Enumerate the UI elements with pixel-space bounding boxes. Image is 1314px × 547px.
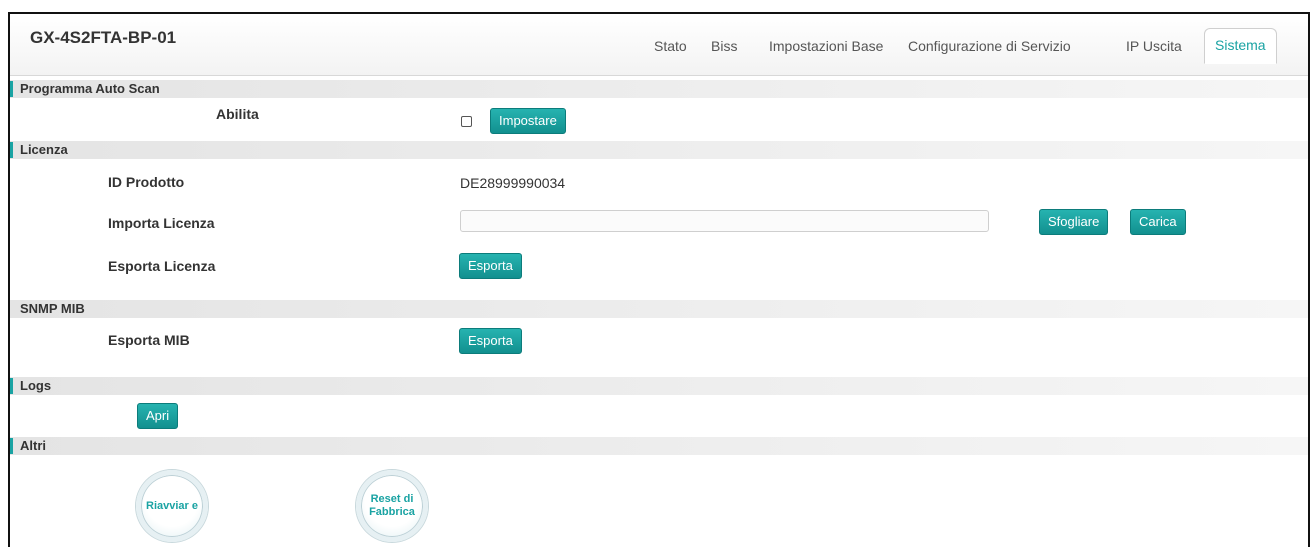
impostare-button[interactable]: Impostare — [490, 108, 566, 134]
section-snmp: SNMP MIB — [10, 300, 1308, 318]
product-id-value: DE28999990034 — [460, 175, 566, 191]
tab-bar: Stato Biss Impostazioni Base Configurazi… — [294, 28, 1304, 76]
export-license-label: Esporta Licenza — [108, 258, 216, 274]
section-license: Licenza — [10, 141, 1308, 159]
factory-reset-button[interactable]: Reset di Fabbrica — [356, 470, 428, 542]
restart-button-label: Riavviar e — [146, 499, 198, 512]
tab-configurazione-servizio[interactable]: Configurazione di Servizio — [908, 30, 1071, 62]
app-frame: GX-4S2FTA-BP-01 Stato Biss Impostazioni … — [8, 12, 1310, 547]
import-license-input[interactable] — [460, 210, 989, 232]
section-logs: Logs — [10, 377, 1308, 395]
restart-button[interactable]: Riavviar e — [136, 470, 208, 542]
tab-biss[interactable]: Biss — [711, 30, 737, 62]
export-mib-label: Esporta MIB — [108, 332, 190, 348]
tab-stato[interactable]: Stato — [654, 30, 687, 62]
export-license-button[interactable]: Esporta — [459, 253, 522, 279]
device-title: GX-4S2FTA-BP-01 — [30, 28, 177, 47]
import-license-label: Importa Licenza — [108, 215, 215, 231]
tab-sistema[interactable]: Sistema — [1204, 28, 1277, 64]
factory-reset-button-label: Reset di Fabbrica — [369, 493, 415, 518]
header: GX-4S2FTA-BP-01 Stato Biss Impostazioni … — [10, 14, 1308, 76]
upload-button[interactable]: Carica — [1130, 209, 1186, 235]
section-others: Altri — [10, 437, 1308, 455]
product-id-label: ID Prodotto — [108, 174, 185, 190]
enable-label: Abilita — [216, 106, 259, 122]
tab-impostazioni-base[interactable]: Impostazioni Base — [769, 30, 883, 62]
export-mib-button[interactable]: Esporta — [459, 328, 522, 354]
tab-ip-uscita[interactable]: IP Uscita — [1126, 30, 1182, 62]
enable-checkbox[interactable] — [461, 116, 472, 127]
browse-button[interactable]: Sfogliare — [1039, 209, 1109, 235]
open-logs-button[interactable]: Apri — [137, 403, 179, 429]
section-auto-scan: Programma Auto Scan — [10, 80, 1308, 98]
